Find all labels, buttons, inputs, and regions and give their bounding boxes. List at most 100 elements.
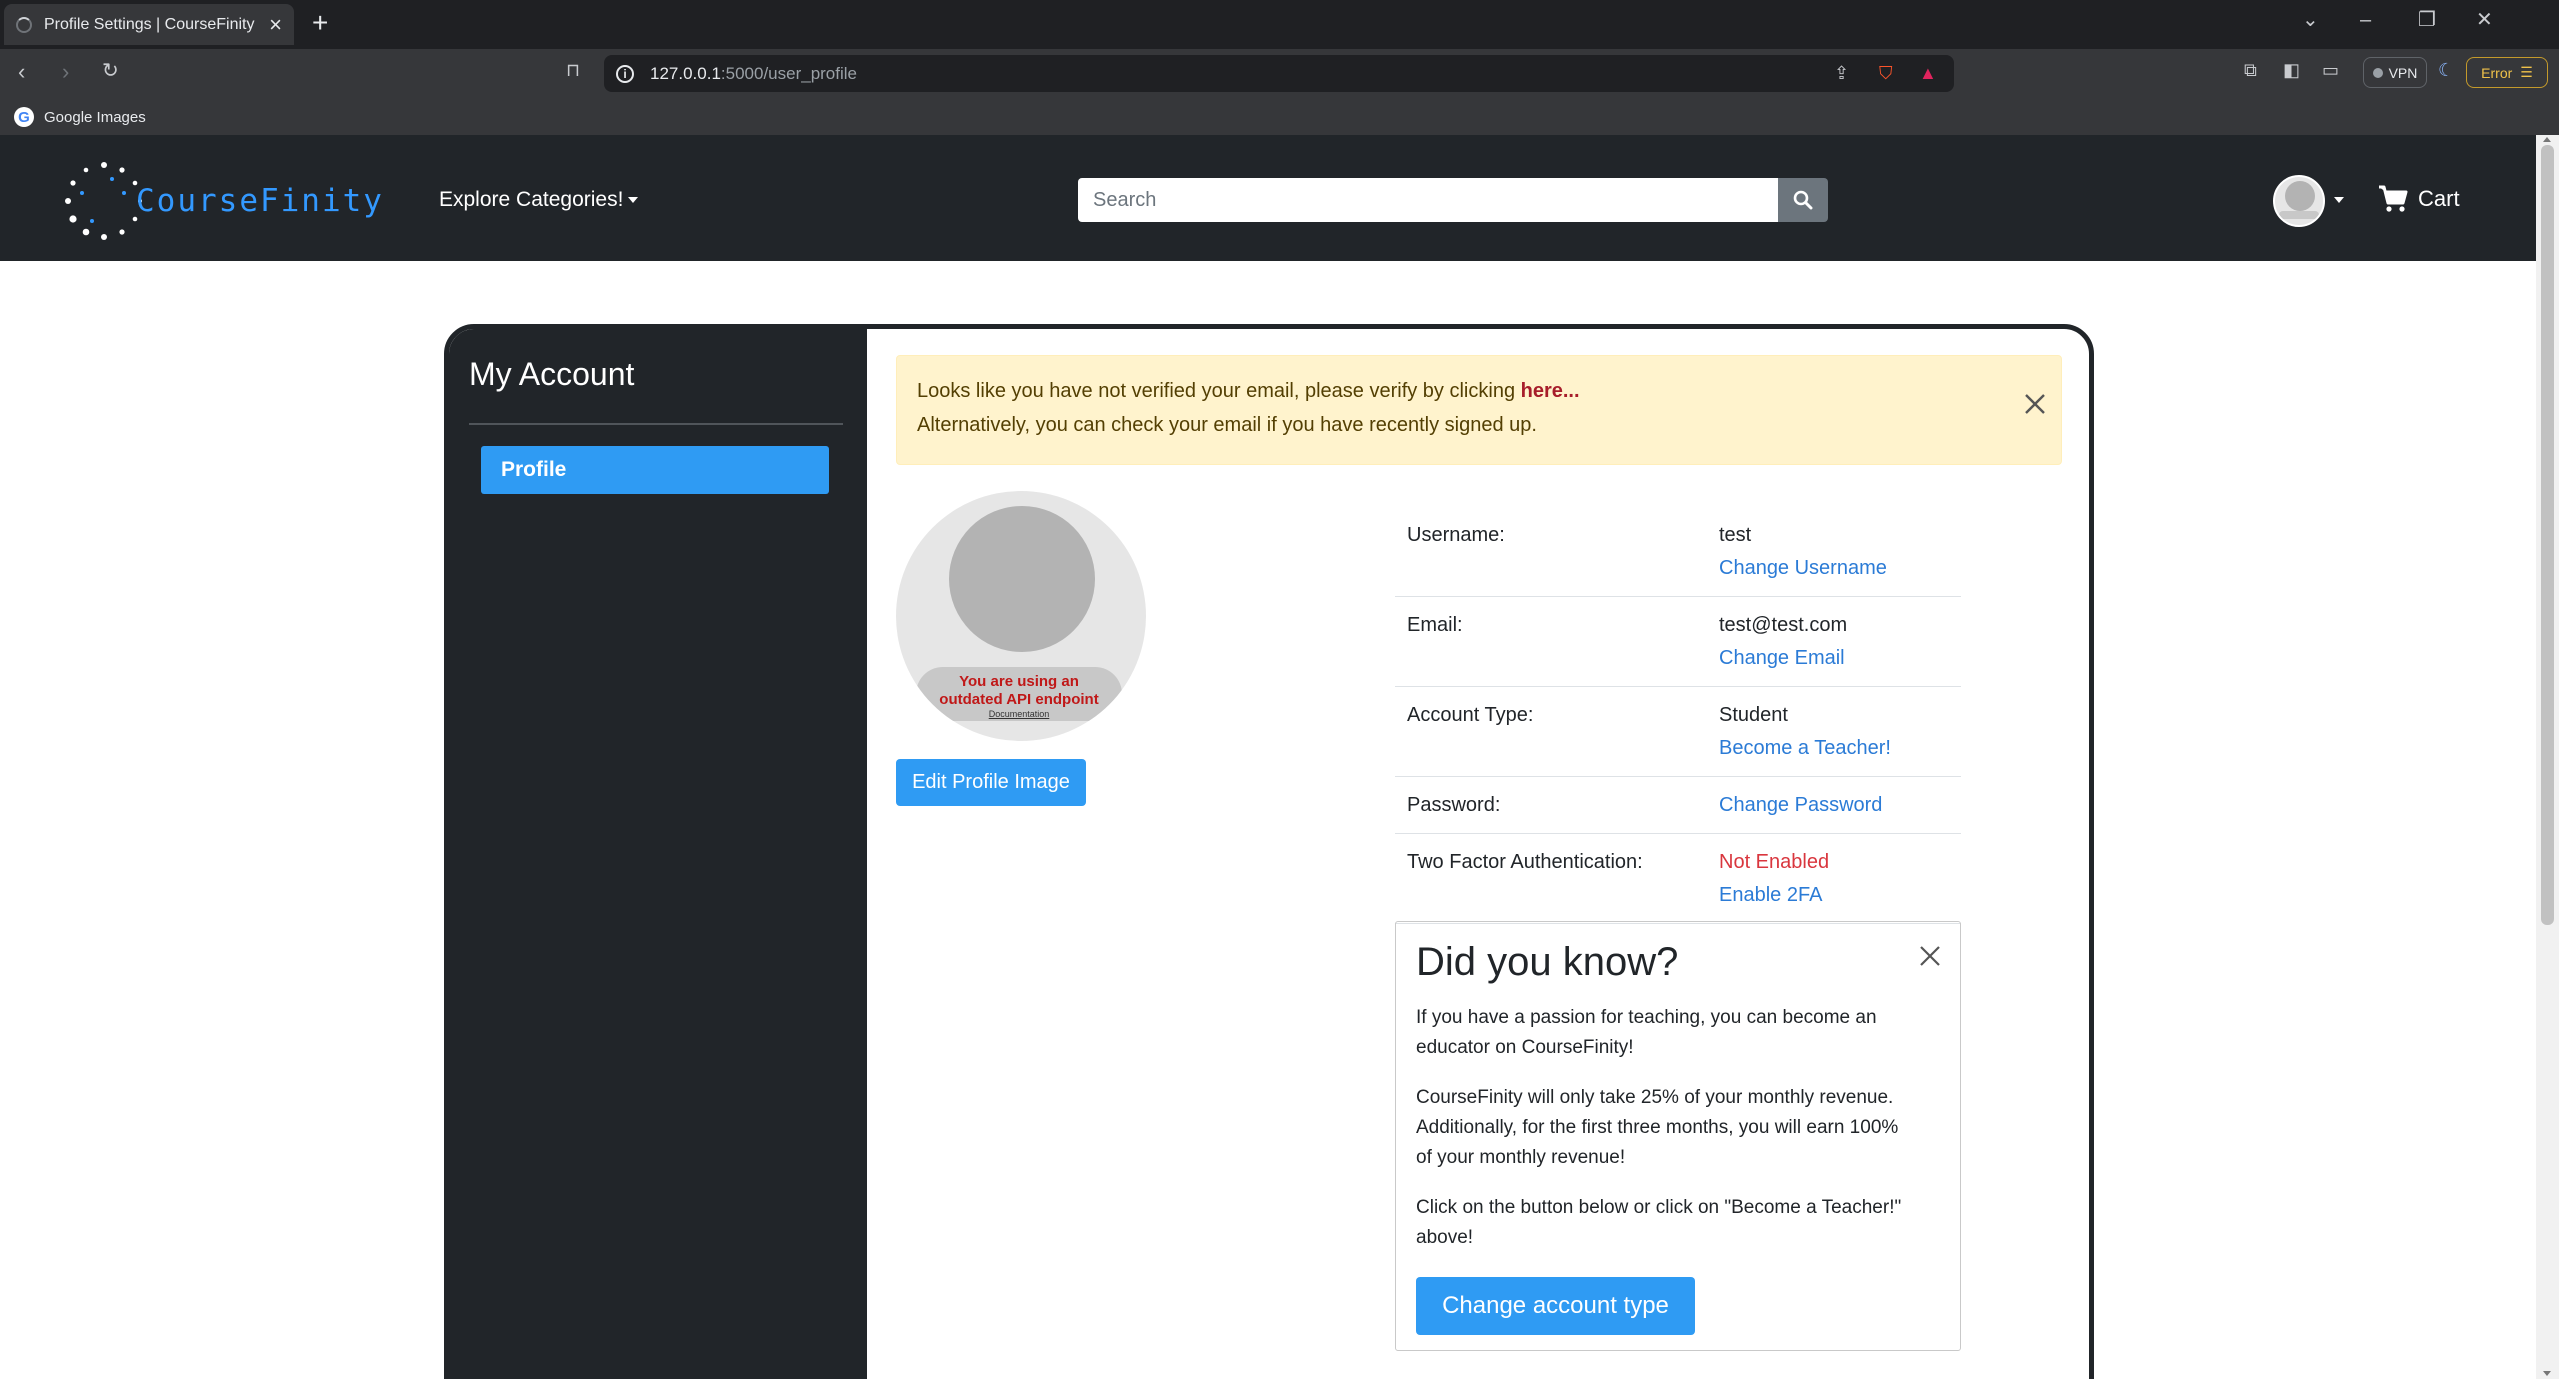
user-menu-caret-icon[interactable]: [2334, 197, 2344, 203]
change-account-type-button[interactable]: Change account type: [1416, 1277, 1695, 1335]
explore-label: Explore Categories!: [439, 188, 624, 211]
did-you-know-paragraph-1: If you have a passion for teaching, you …: [1416, 1007, 1877, 1058]
sidebar-divider: [469, 423, 843, 425]
url-text: 127.0.0.1:5000/user_profile: [650, 63, 857, 83]
twofa-cell: Not Enabled Enable 2FA: [1719, 846, 1829, 912]
edit-profile-image-button[interactable]: Edit Profile Image: [896, 759, 1086, 806]
brave-rewards-icon[interactable]: ▲: [1919, 63, 1937, 84]
alert-line-2: Alternatively, you can check your email …: [917, 414, 1537, 436]
browser-tab-bar: Profile Settings | CourseFinity × + ⌄ – …: [0, 0, 2559, 49]
cart-icon: [2379, 185, 2408, 212]
extensions-icon[interactable]: ⧉: [2244, 61, 2257, 79]
email-label: Email:: [1407, 614, 1463, 636]
alert-text: Looks like you have not verified your em…: [917, 380, 1521, 402]
scroll-down-icon[interactable]: [2543, 1371, 2551, 1376]
did-you-know-card: Did you know? If you have a passion for …: [1395, 921, 1961, 1351]
site-navbar: CourseFinity Explore Categories! Cart: [0, 135, 2536, 261]
cart-link[interactable]: Cart: [2378, 185, 2460, 213]
menu-icon: ☰: [2520, 64, 2533, 80]
reload-icon[interactable]: ↻: [102, 61, 119, 81]
restore-window-icon[interactable]: ❐: [2418, 10, 2436, 30]
documentation-link[interactable]: Documentation: [916, 709, 1122, 719]
username-label: Username:: [1407, 524, 1505, 546]
enable-2fa-link[interactable]: Enable 2FA: [1719, 879, 1829, 912]
alert-line-1: Looks like you have not verified your em…: [917, 374, 2041, 408]
tab-search-chevron-icon[interactable]: ⌄: [2302, 10, 2319, 30]
scrollbar-thumb[interactable]: [2541, 145, 2554, 925]
search-form: [1078, 178, 1828, 222]
google-icon: G: [14, 107, 34, 127]
bookmark-icon[interactable]: ⊓: [566, 61, 580, 79]
did-you-know-paragraph-3: Click on the button below or click on "B…: [1416, 1197, 1902, 1248]
sidebar-icon[interactable]: ◧: [2283, 61, 2300, 79]
verify-email-link[interactable]: here...: [1521, 380, 1580, 402]
caret-down-icon: [628, 197, 639, 204]
table-row: Password: Change Password: [1395, 777, 1961, 834]
profile-image-head: [949, 506, 1095, 652]
wallet-icon[interactable]: ▭: [2322, 61, 2339, 79]
site-info-icon[interactable]: i: [616, 64, 634, 83]
search-icon: [1793, 190, 1813, 210]
tab-title: Profile Settings | CourseFinity: [44, 15, 255, 33]
did-you-know-title: Did you know?: [1416, 940, 1679, 984]
new-tab-icon[interactable]: +: [312, 9, 328, 37]
profile-image: You are using an outdated API endpoint Do…: [896, 491, 1146, 741]
change-password-link[interactable]: Change Password: [1719, 789, 1882, 822]
share-icon[interactable]: ⇪: [1834, 63, 1849, 84]
twofa-status: Not Enabled: [1719, 851, 1830, 873]
did-you-know-paragraph-2: CourseFinity will only take 25% of your …: [1416, 1087, 1899, 1168]
username-cell: test Change Username: [1719, 519, 1887, 585]
close-window-icon[interactable]: ✕: [2476, 10, 2493, 30]
vpn-button[interactable]: VPN: [2363, 57, 2427, 88]
password-label: Password:: [1407, 794, 1501, 816]
cart-label: Cart: [2418, 186, 2460, 211]
close-tab-icon[interactable]: ×: [269, 13, 282, 36]
account-panel: My Account Profile Looks like you have n…: [444, 324, 2094, 1379]
change-username-link[interactable]: Change Username: [1719, 552, 1887, 585]
site-logo[interactable]: CourseFinity: [62, 159, 384, 243]
brand-name: CourseFinity: [136, 183, 384, 219]
page-scrollbar[interactable]: [2536, 135, 2559, 1379]
brave-shield-icon[interactable]: ⛉: [1879, 63, 1893, 84]
minimize-window-icon[interactable]: –: [2360, 10, 2371, 30]
table-row: Account Type: Student Become a Teacher!: [1395, 687, 1961, 777]
error-label: Error: [2481, 64, 2513, 81]
table-row: Two Factor Authentication: Not Enabled E…: [1395, 834, 1961, 924]
table-row: Username: test Change Username: [1395, 507, 1961, 597]
logo-ring-icon: [65, 162, 142, 240]
error-menu-button[interactable]: Error ☰: [2466, 57, 2548, 88]
sidebar-item-profile[interactable]: Profile: [481, 446, 829, 494]
explore-categories-dropdown[interactable]: Explore Categories!: [439, 188, 639, 212]
bookmark-google-images[interactable]: G Google Images: [14, 107, 146, 127]
avatar-head: [2285, 181, 2315, 211]
avatar-band: [2279, 211, 2319, 219]
scroll-up-icon[interactable]: [2543, 137, 2551, 142]
sidebar-title: My Account: [469, 356, 635, 392]
bookmark-label: Google Images: [44, 108, 146, 126]
browser-toolbar: ‹ › ↻ ⊓ i 127.0.0.1:5000/user_profile ⇪ …: [0, 49, 2559, 99]
email-value: test@test.com: [1719, 614, 1848, 636]
profile-image-band: You are using an outdated API endpoint Do…: [916, 667, 1122, 721]
vpn-status-icon: [2372, 67, 2383, 78]
email-cell: test@test.com Change Email: [1719, 609, 1847, 675]
change-email-link[interactable]: Change Email: [1719, 642, 1847, 675]
vpn-label: VPN: [2388, 64, 2418, 81]
browser-tab[interactable]: Profile Settings | CourseFinity ×: [4, 4, 294, 45]
search-button[interactable]: [1778, 178, 1828, 222]
account-type-label: Account Type:: [1407, 704, 1534, 726]
search-input[interactable]: [1078, 178, 1778, 222]
api-warning-text: You are using an outdated API endpoint: [939, 673, 1099, 708]
address-bar[interactable]: i 127.0.0.1:5000/user_profile ⇪ ⛉ ▲: [604, 55, 1954, 92]
close-icon[interactable]: [2023, 392, 2047, 416]
table-row: Email: test@test.com Change Email: [1395, 597, 1961, 687]
leo-ai-icon[interactable]: ☾: [2438, 61, 2454, 79]
bookmarks-bar: G Google Images: [0, 99, 2559, 135]
forward-icon[interactable]: ›: [62, 61, 69, 83]
account-type-cell: Student Become a Teacher!: [1719, 699, 1891, 765]
user-avatar[interactable]: [2273, 175, 2325, 227]
password-cell: Change Password: [1719, 789, 1882, 822]
close-icon[interactable]: [1918, 944, 1942, 968]
back-icon[interactable]: ‹: [18, 61, 25, 83]
username-value: test: [1719, 524, 1752, 546]
become-teacher-link[interactable]: Become a Teacher!: [1719, 732, 1891, 765]
